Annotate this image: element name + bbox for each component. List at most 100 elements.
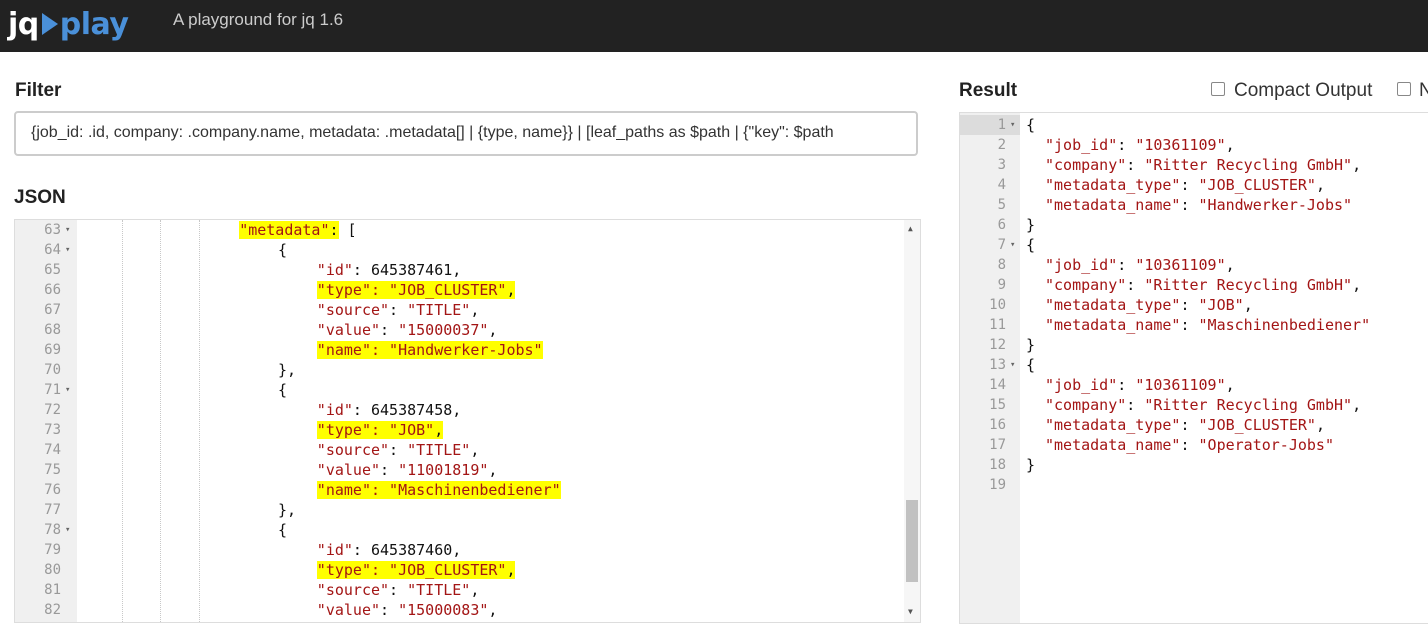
line-number: 71 xyxy=(44,382,61,398)
code-token: "job_id" xyxy=(1045,136,1118,154)
line-number: 16 xyxy=(989,417,1006,433)
scrollbar-thumb[interactable] xyxy=(906,500,918,582)
code-token: "10361109" xyxy=(1135,256,1226,274)
code-token: "metadata_name" xyxy=(1045,316,1181,334)
code-text: { xyxy=(278,520,287,540)
code-token: "value" xyxy=(316,601,381,619)
compact-output-label[interactable]: Compact Output xyxy=(1234,80,1372,102)
code-token: : xyxy=(1126,276,1145,294)
line-number: 5 xyxy=(997,197,1006,213)
code-text: "source": "TITLE", xyxy=(317,300,480,320)
code-line: 11 "metadata_name": "Maschinenbediener" xyxy=(960,315,1428,335)
code-token: : xyxy=(1180,196,1199,214)
line-number: 63 xyxy=(44,222,61,238)
code-token: "source" xyxy=(316,441,390,459)
code-line: 68 "value": "15000037", xyxy=(15,320,900,340)
code-text: "metadata_name": "Operator-Jobs" xyxy=(1045,435,1334,455)
highlighted-token: : xyxy=(329,221,339,239)
compact-output-checkbox[interactable] xyxy=(1211,82,1225,96)
line-number: 70 xyxy=(44,362,61,378)
code-line: 12} xyxy=(960,335,1428,355)
line-number: 82 xyxy=(44,602,61,618)
code-line: 5 "metadata_name": "Handwerker-Jobs" xyxy=(960,195,1428,215)
code-token: "Maschinenbediener" xyxy=(1198,316,1371,334)
code-token: , xyxy=(1225,136,1235,154)
code-token: "source" xyxy=(316,301,390,319)
code-token: 645387461 xyxy=(370,261,453,279)
code-text: "metadata_name": "Maschinenbediener" xyxy=(1045,315,1370,335)
highlighted-token: "metadata" xyxy=(239,221,330,239)
code-token: : xyxy=(389,581,408,599)
code-token: : xyxy=(1180,436,1199,454)
code-line: 80 "type": "JOB_CLUSTER", xyxy=(15,560,900,580)
code-token: "11001819" xyxy=(398,461,489,479)
fold-toggle-icon[interactable]: ▾ xyxy=(1010,115,1015,135)
code-token: { xyxy=(278,521,288,539)
line-number: 69 xyxy=(44,342,61,358)
code-token: , xyxy=(1352,396,1362,414)
fold-toggle-icon[interactable]: ▾ xyxy=(65,220,70,240)
code-token: "JOB" xyxy=(1198,296,1244,314)
fold-toggle-icon[interactable]: ▾ xyxy=(65,520,70,540)
code-line: 16 "metadata_type": "JOB_CLUSTER", xyxy=(960,415,1428,435)
code-line: 65 "id": 645387461, xyxy=(15,260,900,280)
line-number: 18 xyxy=(989,457,1006,473)
json-input-editor[interactable]: ▲ ▼ 63 ▾ "metadata": [64 ▾{65 "id": 64538746… xyxy=(14,219,921,623)
line-number: 19 xyxy=(989,477,1006,493)
line-number: 7 xyxy=(997,237,1006,253)
filter-input[interactable] xyxy=(31,124,911,142)
code-token: : xyxy=(352,261,371,279)
line-number: 3 xyxy=(997,157,1006,173)
code-text: { xyxy=(1026,235,1035,255)
line-number: 75 xyxy=(44,462,61,478)
line-number: 74 xyxy=(44,442,61,458)
code-text: "company": "Ritter Recycling GmbH", xyxy=(1045,395,1361,415)
code-token: "job_id" xyxy=(1045,376,1118,394)
code-token: }, xyxy=(278,361,297,379)
line-number: 72 xyxy=(44,402,61,418)
highlighted-token: "JOB_CLUSTER" xyxy=(389,281,507,299)
code-text: "job_id": "10361109", xyxy=(1045,375,1235,395)
scroll-down-icon[interactable]: ▼ xyxy=(908,607,913,616)
highlighted-token: "JOB" xyxy=(389,421,435,439)
line-number: 79 xyxy=(44,542,61,558)
fold-toggle-icon[interactable]: ▾ xyxy=(65,380,70,400)
line-number: 77 xyxy=(44,502,61,518)
highlighted-token: "type": xyxy=(316,281,390,299)
line-number: 65 xyxy=(44,262,61,278)
result-output-editor[interactable]: 1 ▾{2 "job_id": "10361109", 3 "company": "Ri… xyxy=(959,112,1428,624)
code-line: 6} xyxy=(960,215,1428,235)
code-token: "JOB_CLUSTER" xyxy=(1198,416,1316,434)
line-number: 15 xyxy=(989,397,1006,413)
fold-toggle-icon[interactable]: ▾ xyxy=(1010,235,1015,255)
code-line: 14 "job_id": "10361109", xyxy=(960,375,1428,395)
code-text: "source": "TITLE", xyxy=(317,580,480,600)
code-line: 73 "type": "JOB", xyxy=(15,420,900,440)
code-text: } xyxy=(1026,455,1035,475)
scroll-up-icon[interactable]: ▲ xyxy=(908,224,913,233)
code-text: } xyxy=(1026,215,1035,235)
code-token: : xyxy=(1117,256,1136,274)
next-option-checkbox[interactable] xyxy=(1397,82,1411,96)
next-option-label[interactable]: N xyxy=(1419,80,1428,102)
fold-toggle-icon[interactable]: ▾ xyxy=(1010,355,1015,375)
code-token: }, xyxy=(278,501,297,519)
code-token: "Operator-Jobs" xyxy=(1198,436,1334,454)
jqplay-logo[interactable]: jq play xyxy=(8,2,129,46)
code-token: : xyxy=(352,401,371,419)
code-token: { xyxy=(278,241,288,259)
code-line: 71 ▾ { xyxy=(15,380,900,400)
code-token: : xyxy=(1180,176,1199,194)
code-token: , xyxy=(1315,416,1325,434)
code-token: { xyxy=(1026,356,1036,374)
fold-toggle-icon[interactable]: ▾ xyxy=(65,240,70,260)
code-token: "value" xyxy=(316,461,381,479)
line-number: 6 xyxy=(997,217,1006,233)
code-line: 75 "value": "11001819", xyxy=(15,460,900,480)
code-token: 645387458 xyxy=(370,401,453,419)
code-token: "Ritter Recycling GmbH" xyxy=(1144,276,1353,294)
code-token: } xyxy=(1026,336,1036,354)
line-number: 67 xyxy=(44,302,61,318)
filter-box xyxy=(14,111,918,156)
json-scrollbar[interactable]: ▲ ▼ xyxy=(904,220,920,622)
